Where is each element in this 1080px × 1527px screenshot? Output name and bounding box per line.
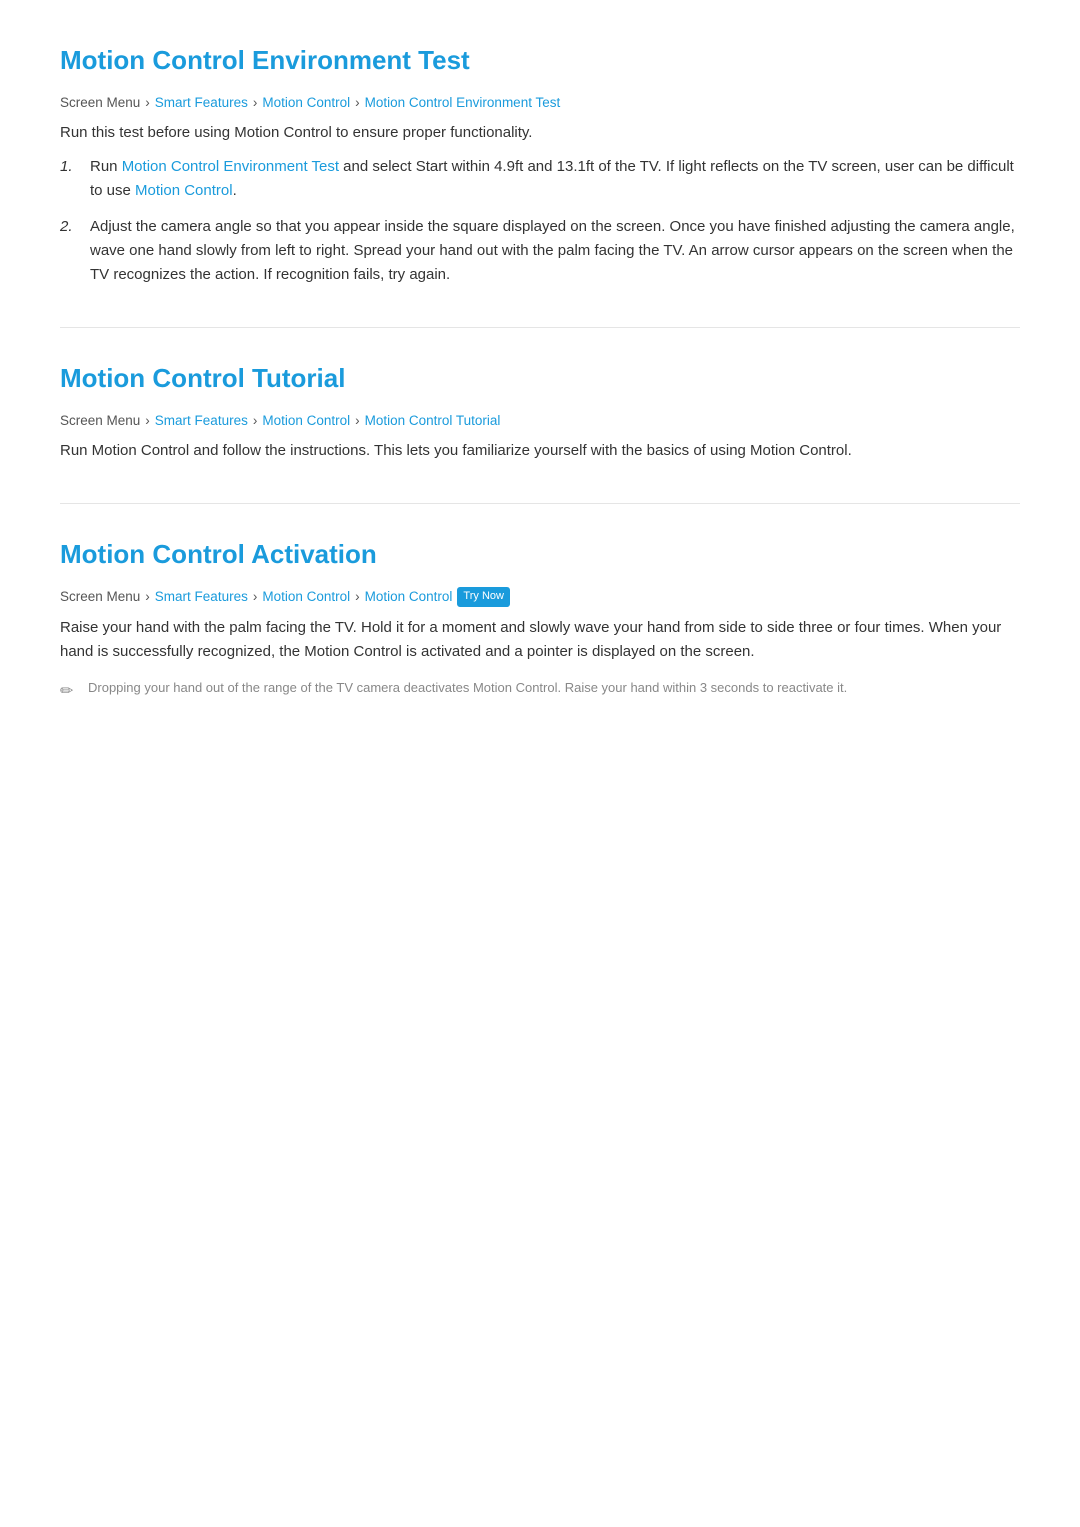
breadcrumb-env-test-link[interactable]: Motion Control Environment Test bbox=[365, 92, 561, 114]
breadcrumb-motion-control-2[interactable]: Motion Control bbox=[262, 410, 350, 432]
list-number-2: 2. bbox=[60, 215, 90, 239]
breadcrumb-sep-8: › bbox=[253, 586, 258, 608]
breadcrumb-tutorial: Screen Menu › Smart Features › Motion Co… bbox=[60, 410, 1020, 432]
divider-1 bbox=[60, 327, 1020, 328]
breadcrumb-screen-menu-2: Screen Menu bbox=[60, 410, 140, 432]
env-test-list: 1. Run Motion Control Environment Test a… bbox=[60, 155, 1020, 287]
breadcrumb-tutorial-link[interactable]: Motion Control Tutorial bbox=[365, 410, 501, 432]
breadcrumb-sep-6: › bbox=[355, 410, 360, 432]
breadcrumb-sep-1: › bbox=[145, 92, 150, 114]
try-now-badge[interactable]: Try Now bbox=[457, 587, 510, 607]
section-title-tutorial: Motion Control Tutorial bbox=[60, 358, 1020, 400]
section-activation: Motion Control Activation Screen Menu › … bbox=[60, 534, 1020, 704]
breadcrumb-smart-features-2[interactable]: Smart Features bbox=[155, 410, 248, 432]
section-title-env-test: Motion Control Environment Test bbox=[60, 40, 1020, 82]
list-content-2: Adjust the camera angle so that you appe… bbox=[90, 215, 1020, 287]
breadcrumb-sep-3: › bbox=[355, 92, 360, 114]
section-env-test: Motion Control Environment Test Screen M… bbox=[60, 40, 1020, 287]
breadcrumb-sep-9: › bbox=[355, 586, 360, 608]
section-tutorial: Motion Control Tutorial Screen Menu › Sm… bbox=[60, 358, 1020, 463]
link-motion-control-1[interactable]: Motion Control bbox=[135, 182, 233, 199]
breadcrumb-motion-control-1[interactable]: Motion Control bbox=[262, 92, 350, 114]
breadcrumb-sep-4: › bbox=[145, 410, 150, 432]
tutorial-description: Run Motion Control and follow the instru… bbox=[60, 439, 1020, 463]
note-icon: ✏ bbox=[60, 679, 80, 705]
breadcrumb-sep-2: › bbox=[253, 92, 258, 114]
breadcrumb-activation: Screen Menu › Smart Features › Motion Co… bbox=[60, 586, 1020, 608]
activation-description: Raise your hand with the palm facing the… bbox=[60, 616, 1020, 664]
env-test-description: Run this test before using Motion Contro… bbox=[60, 121, 1020, 145]
breadcrumb-smart-features-3[interactable]: Smart Features bbox=[155, 586, 248, 608]
breadcrumb-smart-features-1[interactable]: Smart Features bbox=[155, 92, 248, 114]
list-content-1: Run Motion Control Environment Test and … bbox=[90, 155, 1020, 203]
note-text: Dropping your hand out of the range of t… bbox=[88, 678, 847, 698]
list-number-1: 1. bbox=[60, 155, 90, 179]
breadcrumb-env-test: Screen Menu › Smart Features › Motion Co… bbox=[60, 92, 1020, 114]
breadcrumb-screen-menu-3: Screen Menu bbox=[60, 586, 140, 608]
activation-note: ✏ Dropping your hand out of the range of… bbox=[60, 678, 1020, 705]
breadcrumb-motion-control-activation-link[interactable]: Motion Control bbox=[365, 586, 453, 608]
breadcrumb-screen-menu: Screen Menu bbox=[60, 92, 140, 114]
divider-2 bbox=[60, 503, 1020, 504]
breadcrumb-sep-5: › bbox=[253, 410, 258, 432]
list-item: 1. Run Motion Control Environment Test a… bbox=[60, 155, 1020, 203]
list-item: 2. Adjust the camera angle so that you a… bbox=[60, 215, 1020, 287]
link-env-test[interactable]: Motion Control Environment Test bbox=[122, 158, 339, 175]
breadcrumb-sep-7: › bbox=[145, 586, 150, 608]
section-title-activation: Motion Control Activation bbox=[60, 534, 1020, 576]
breadcrumb-motion-control-3[interactable]: Motion Control bbox=[262, 586, 350, 608]
